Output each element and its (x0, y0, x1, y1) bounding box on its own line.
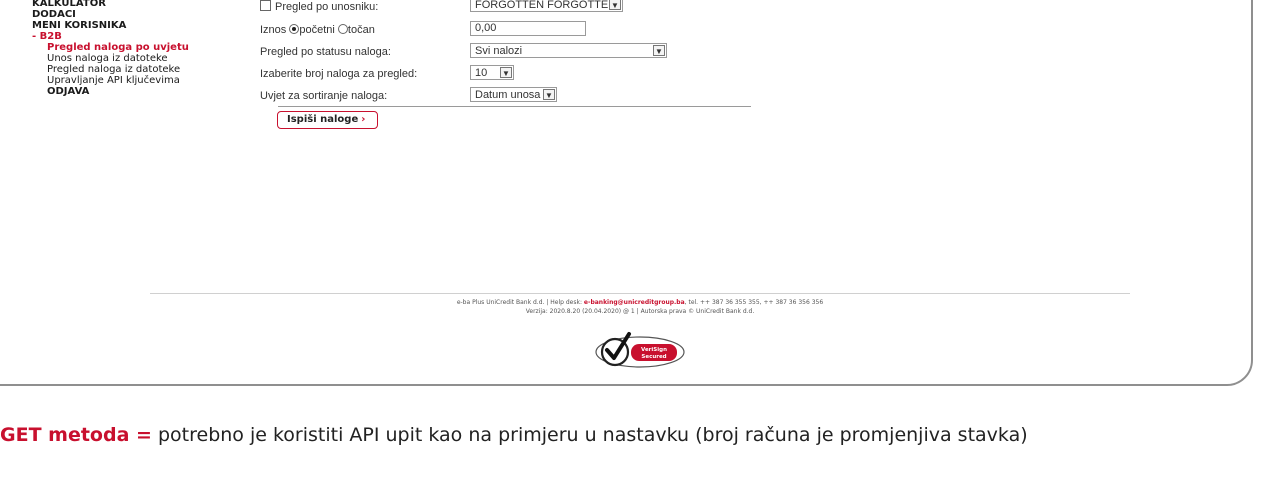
menu-item-dodaci[interactable]: DODACI (32, 9, 189, 20)
by-user-label: Pregled po unosniku: (275, 1, 379, 13)
amount-label: Iznos (260, 24, 287, 36)
footer-divider (150, 293, 1130, 294)
status-select[interactable]: Svi nalozi ▼ (470, 43, 667, 58)
status-label: Pregled po statusu naloga: (260, 46, 391, 58)
chevron-down-icon: ▼ (500, 67, 512, 78)
count-label: Izaberite broj naloga za pregled: (260, 68, 418, 80)
seal-text-2: Secured (641, 354, 666, 360)
status-select-value: Svi nalozi (475, 45, 523, 57)
sort-label: Uvjet za sortiranje naloga: (260, 90, 388, 102)
menu-item-unos-naloga-iz-datoteke[interactable]: Unos naloga iz datoteke (32, 53, 189, 64)
menu-item-pregled-naloga-po-uvjetu[interactable]: Pregled naloga po uvjetu (32, 42, 189, 53)
verisign-seal[interactable]: VeriSign Secured (593, 330, 689, 374)
sort-select-value: Datum unosa (475, 89, 541, 101)
footer-line-1: e-ba Plus UniCredit Bank d.d. | Help des… (150, 298, 1130, 307)
row-status: Pregled po statusu naloga: Svi nalozi ▼ (258, 43, 718, 63)
get-method-description: potrebno je koristiti API upit kao na pr… (151, 424, 1028, 446)
chevron-down-icon: ▼ (653, 45, 665, 56)
menu-item-odjava[interactable]: ODJAVA (32, 86, 189, 97)
row-sort: Uvjet za sortiranje naloga: Datum unosa … (258, 87, 718, 107)
chevron-down-icon: ▼ (543, 89, 555, 100)
amount-start-label: početni (299, 24, 335, 36)
verisign-seal-icon: VeriSign Secured (595, 332, 685, 368)
amount-start-radio[interactable] (289, 24, 300, 34)
amount-input[interactable]: 0,00 (470, 21, 586, 36)
footer-company: e-ba Plus UniCredit Bank d.d. | Help des… (456, 299, 582, 306)
footer-phone: , tel. ++ 387 36 355 355, ++ 387 36 356 … (684, 299, 824, 306)
count-select[interactable]: 10 ▼ (470, 65, 514, 80)
amount-exact-radio[interactable] (337, 24, 348, 34)
chevron-down-icon: ▼ (609, 0, 621, 10)
print-orders-button[interactable]: Ispiši naloge › (277, 111, 379, 129)
menu-item-kalkulator[interactable]: KALKULATOR (32, 0, 189, 9)
chevron-right-icon: › (361, 114, 366, 125)
menu-item-upravljanje-api-kljucevima[interactable]: Upravljanje API ključevima (32, 75, 189, 86)
sort-select[interactable]: Datum unosa ▼ (470, 87, 557, 102)
amount-exact-label: točan (347, 24, 375, 36)
menu-group-b2b[interactable]: - B2B (32, 31, 189, 42)
footer-line-2: Verzija: 2020.8.20 (20.04.2020) @ 1 | Au… (525, 308, 755, 315)
footer: e-ba Plus UniCredit Bank d.d. | Help des… (150, 298, 1130, 316)
print-orders-button-label: Ispiši naloge (287, 114, 359, 125)
row-count: Izaberite broj naloga za pregled: 10 ▼ (258, 65, 718, 85)
row-by-user: Pregled po unosniku: FORGOTTEN FORGOTTEN… (258, 0, 718, 17)
user-select-value: FORGOTTEN FORGOTTEN (475, 0, 617, 11)
seal-text-1: VeriSign (641, 347, 667, 353)
user-select[interactable]: FORGOTTEN FORGOTTEN ▼ (470, 0, 623, 12)
document-text-line: GET metoda = potrebno je koristiti API u… (0, 424, 1028, 446)
helpdesk-email-link[interactable]: e-banking@unicreditgroup.ba (584, 299, 685, 306)
sidebar-nav: KALKULATOR DODACI MENI KORISNIKA - B2B P… (32, 0, 189, 97)
menu-item-meni-korisnika[interactable]: MENI KORISNIKA (32, 20, 189, 31)
get-method-label: GET metoda = (0, 424, 152, 446)
row-amount: Iznos početni točan 0,00 (258, 21, 718, 41)
form-divider (278, 106, 751, 107)
count-select-value: 10 (475, 67, 488, 79)
menu-item-pregled-naloga-iz-datoteke[interactable]: Pregled naloga iz datoteke (32, 64, 189, 75)
by-user-checkbox[interactable] (260, 0, 271, 11)
